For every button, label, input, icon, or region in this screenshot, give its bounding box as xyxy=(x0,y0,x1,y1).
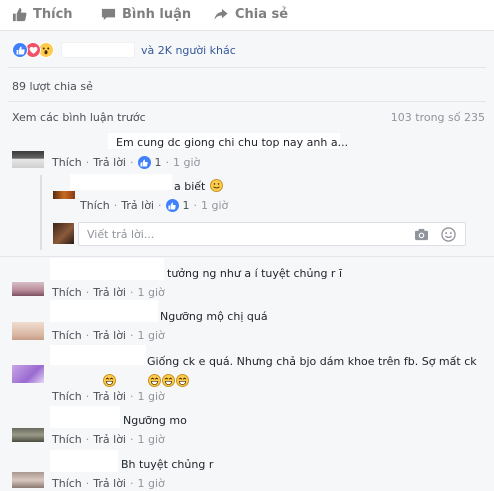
share-action-button[interactable]: Chia sẻ xyxy=(213,7,288,22)
avatar[interactable] xyxy=(12,151,44,168)
emoji-picker-icon[interactable] xyxy=(441,227,456,242)
comment-icon xyxy=(101,8,116,21)
current-user-avatar xyxy=(53,223,74,244)
comment-time[interactable]: 1 giờ xyxy=(138,433,165,446)
camera-icon[interactable] xyxy=(414,228,429,241)
comment-reply-link[interactable]: Trả lời xyxy=(93,286,126,299)
comment-action-label: Bình luận xyxy=(122,7,192,22)
comment-meta: Thích · Trả lời · 1 giờ xyxy=(52,477,165,490)
like-count[interactable]: 1 xyxy=(155,156,162,169)
share-action-label: Chia sẻ xyxy=(235,7,289,22)
comment-time[interactable]: 1 giờ xyxy=(138,477,165,490)
share-arrow-icon xyxy=(214,8,228,21)
reply-like-link[interactable]: Thích xyxy=(80,199,110,212)
like-reaction-icon xyxy=(12,42,28,58)
name-redacted xyxy=(70,174,172,190)
reply-text-content: a biết xyxy=(174,180,206,193)
avatar[interactable] xyxy=(12,365,44,383)
name-redacted xyxy=(50,300,158,322)
comment-text: tưởng ng như a í tuyệt chủng r ī xyxy=(167,267,343,280)
reactions-summary-text[interactable]: và 2K người khác xyxy=(141,44,236,57)
comment-like-link[interactable]: Thích xyxy=(52,390,82,403)
comment-text: Em cung dc giong chi chu top nay anh a..… xyxy=(116,136,349,149)
comment-text: Bh tuyệt chủng r xyxy=(121,458,214,471)
comment-text-content: Giống ck e quá. Nhưng chả bjo dám khoe t… xyxy=(147,355,477,368)
name-redacted xyxy=(50,406,120,428)
comment-text: Ngưỡng mộ chị quá xyxy=(160,310,268,323)
post-action-bar: Thích Bình luận Chia sẻ xyxy=(0,0,494,31)
reactions-summary[interactable]: và 2K người khác xyxy=(12,40,236,60)
comment-text: Ngưỡng mo xyxy=(123,414,187,427)
reply-input[interactable]: Viết trả lời... xyxy=(78,222,466,246)
divider xyxy=(0,256,494,257)
comment-text: Giống ck e quá. Nhưng chả bjo dám khoe t… xyxy=(102,353,492,390)
comment-meta: Thích · Trả lời · 1 giờ xyxy=(52,390,165,403)
comment-reply-link[interactable]: Trả lời xyxy=(93,329,126,342)
like-count-icon xyxy=(137,156,151,169)
name-redacted xyxy=(50,345,146,365)
like-action-button[interactable]: Thích xyxy=(12,7,73,22)
avatar[interactable] xyxy=(12,428,44,442)
like-count[interactable]: 1 xyxy=(183,199,190,212)
smile-emoji-icon xyxy=(209,179,223,192)
comment-action-button[interactable]: Bình luận xyxy=(101,7,191,22)
thumbs-up-icon xyxy=(12,7,27,22)
comment-like-link[interactable]: Thích xyxy=(52,477,82,490)
avatar[interactable] xyxy=(53,191,75,199)
comment-meta: Thích · Trả lời · 1 giờ xyxy=(52,286,165,299)
comment-like-link[interactable]: Thích xyxy=(52,156,82,169)
comment-time[interactable]: 1 giờ xyxy=(173,156,200,169)
comment-meta: Thích · Trả lời · 1 · 1 giờ xyxy=(52,156,201,169)
comment-reply-link[interactable]: Trả lời xyxy=(93,477,126,490)
comment-like-link[interactable]: Thích xyxy=(52,286,82,299)
reply-input-placeholder: Viết trả lời... xyxy=(87,228,155,241)
like-action-label: Thích xyxy=(33,7,73,22)
reply-time[interactable]: 1 giờ xyxy=(201,199,228,212)
avatar[interactable] xyxy=(12,472,44,488)
comment-time[interactable]: 1 giờ xyxy=(138,286,165,299)
reply-text: a biết xyxy=(174,179,223,193)
grin-emoji-icon xyxy=(162,374,175,387)
avatar[interactable] xyxy=(12,322,44,340)
comment-like-link[interactable]: Thích xyxy=(52,329,82,342)
comment-like-link[interactable]: Thích xyxy=(52,433,82,446)
comments-count: 103 trong số 235 xyxy=(390,111,485,124)
comment-reply-link[interactable]: Trả lời xyxy=(93,390,126,403)
comment-time[interactable]: 1 giờ xyxy=(138,390,165,403)
divider xyxy=(8,101,486,102)
reactor-name-redacted xyxy=(61,42,135,58)
reply-thread-line xyxy=(40,175,42,250)
comment-meta: Thích · Trả lời · 1 giờ xyxy=(52,329,165,342)
grin-emoji-icon xyxy=(176,374,189,387)
view-previous-comments-link[interactable]: Xem các bình luận trước xyxy=(12,111,146,124)
name-redacted xyxy=(50,258,164,280)
avatar[interactable] xyxy=(12,282,44,296)
divider xyxy=(8,67,486,68)
reply-reply-link[interactable]: Trả lời xyxy=(121,199,154,212)
comment-reply-link[interactable]: Trả lời xyxy=(93,433,126,446)
comment-reply-link[interactable]: Trả lời xyxy=(93,156,126,169)
like-count-icon xyxy=(165,199,179,212)
comment-time[interactable]: 1 giờ xyxy=(138,329,165,342)
reply-meta: Thích · Trả lời · 1 · 1 giờ xyxy=(80,199,229,212)
grin-emoji-icon xyxy=(148,374,161,387)
grin-emoji-icon xyxy=(102,374,116,387)
share-count[interactable]: 89 lượt chia sẻ xyxy=(12,80,93,93)
comment-meta: Thích · Trả lời · 1 giờ xyxy=(52,433,165,446)
name-redacted xyxy=(50,450,118,472)
